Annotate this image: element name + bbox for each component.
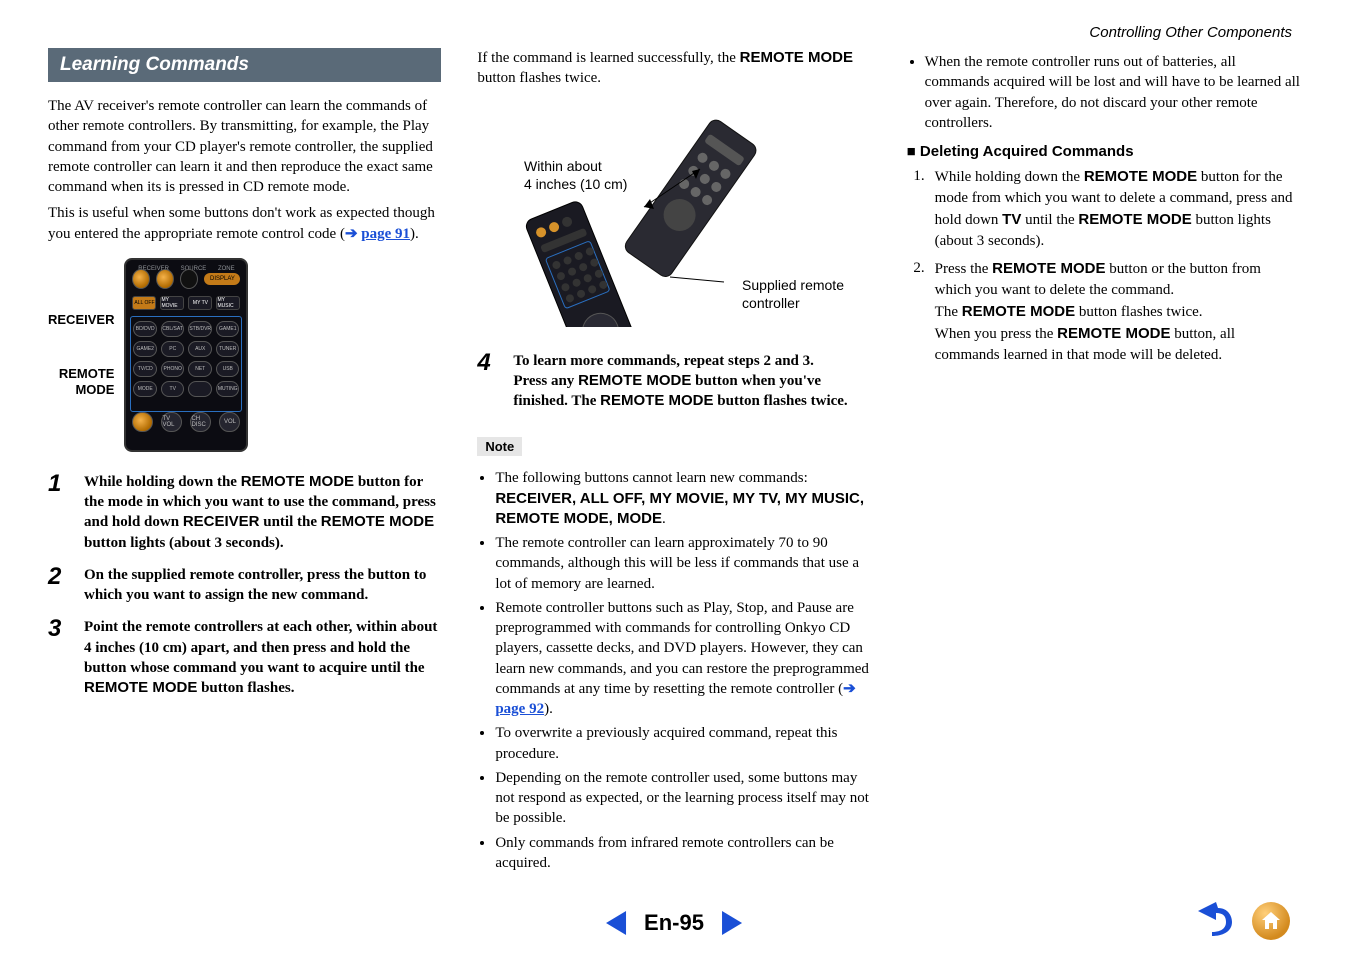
column-1: Learning Commands The AV receiver's remo… (48, 48, 441, 877)
remote-controller-image: RECEIVER SOURCE ZONE DISPLAY ALL OFF MY … (126, 260, 246, 450)
step-4: 4 To learn more commands, repeat steps 2… (477, 351, 870, 412)
tv-button: TV (161, 381, 185, 397)
game1-button: GAME1 (216, 321, 239, 337)
column-2: If the command is learned successfully, … (477, 48, 870, 877)
square-bullet-icon: ■ (907, 143, 916, 160)
col2-top-paragraph: If the command is learned successfully, … (477, 48, 870, 89)
note-item: Remote controller buttons such as Play, … (495, 598, 870, 720)
figure-caption: Supplied remote controller (742, 276, 844, 312)
steps-list: 1 While holding down the REMOTE MODE but… (48, 472, 441, 699)
zone-button-icon (180, 269, 198, 289)
vol-button: VOL (219, 412, 240, 432)
prev-page-icon[interactable] (606, 911, 626, 935)
step-number: 3 (48, 617, 70, 698)
remotes-facing-figure: Within about 4 inches (10 cm) Supplied r… (514, 107, 834, 327)
column-3: When the remote controller runs out of b… (907, 48, 1300, 877)
intro-text-2end: ). (410, 226, 419, 242)
step-body: Point the remote controllers at each oth… (84, 617, 441, 698)
blank-button (188, 381, 212, 397)
deleting-subheading: ■ Deleting Acquired Commands (907, 143, 1300, 160)
page-link-92[interactable]: page 92 (495, 701, 544, 717)
note-item: The remote controller can learn approxim… (495, 533, 870, 594)
note-item: Depending on the remote controller used,… (495, 768, 870, 829)
usb-button: USB (216, 361, 240, 377)
note-list: The following buttons cannot learn new c… (477, 468, 870, 873)
figure-within-label: Within about 4 inches (10 cm) (524, 157, 627, 193)
home-icon[interactable] (1250, 902, 1292, 940)
note-item: Only commands from infrared remote contr… (495, 833, 870, 874)
intro-paragraph-2: This is useful when some buttons don't w… (48, 203, 441, 244)
col3-top-bullet-list: When the remote controller runs out of b… (907, 52, 1300, 133)
mode-button: MODE (133, 381, 157, 397)
page-number: En-95 (644, 910, 704, 936)
step-number: 2 (48, 565, 70, 606)
stb-dvr-button: STB/DVR (188, 321, 212, 337)
step-body: To learn more commands, repeat steps 2 a… (513, 351, 870, 412)
col3-top-bullet: When the remote controller runs out of b… (925, 52, 1300, 133)
my-movie-button: MY MOVIE (160, 296, 184, 310)
step-body: While holding down the REMOTE MODE butto… (84, 472, 441, 553)
arrow-icon: ➔ (345, 226, 358, 242)
muting-button: MUTING (216, 381, 240, 397)
breadcrumb: Controlling Other Components (1089, 24, 1292, 41)
tuner-button: TUNER (216, 341, 240, 357)
step-number: 1 (48, 472, 70, 553)
page-link-91[interactable]: page 91 (361, 226, 410, 242)
intro-text-b: is pressed in CD remote mode. (165, 179, 350, 195)
display-button: DISPLAY (204, 273, 240, 285)
step-body: On the supplied remote controller, press… (84, 565, 441, 606)
intro-paragraph-1: The AV receiver's remote controller can … (48, 96, 441, 197)
net-button: NET (188, 361, 212, 377)
remote-callout-labels: RECEIVER REMOTE MODE (48, 312, 114, 397)
my-music-button: MY MUSIC (216, 296, 240, 310)
deleting-steps: 1. While holding down the REMOTE MODE bu… (907, 166, 1300, 366)
tv-vol-button: TV VOL (161, 412, 182, 432)
all-off-button: ALL OFF (132, 296, 156, 310)
remote-diagram: RECEIVER REMOTE MODE RECEIVER SOURCE ZON… (48, 260, 441, 450)
next-page-icon[interactable] (722, 911, 742, 935)
nav-icons (1192, 902, 1292, 940)
step-3: 3 Point the remote controllers at each o… (48, 617, 441, 698)
receiver-button-icon (132, 269, 150, 289)
game2-button: GAME2 (133, 341, 157, 357)
step-1: 1 While holding down the REMOTE MODE but… (48, 472, 441, 553)
ch-disc-button: CH DISC (190, 412, 211, 432)
deleting-step-2: 2. Press the REMOTE MODE button or the b… (907, 258, 1300, 366)
callout-remote-mode: REMOTE MODE (59, 366, 115, 397)
power-button-icon (132, 412, 153, 432)
note-label: Note (477, 437, 522, 456)
section-heading: Learning Commands (48, 48, 441, 82)
aux-button: AUX (188, 341, 212, 357)
pc-button: PC (161, 341, 185, 357)
note-item: The following buttons cannot learn new c… (495, 468, 870, 529)
step-number: 4 (477, 351, 499, 412)
cbl-sat-button: CBL/SAT (161, 321, 184, 337)
source-button-icon (156, 269, 174, 289)
arrow-icon: ➔ (843, 681, 856, 697)
note-item: To overwrite a previously acquired comma… (495, 723, 870, 764)
bd-dvd-button: BD/DVD (133, 321, 156, 337)
callout-receiver: RECEIVER (48, 312, 114, 328)
step-2: 2 On the supplied remote controller, pre… (48, 565, 441, 606)
phono-button: PHONO (161, 361, 185, 377)
back-icon[interactable] (1192, 902, 1234, 940)
my-tv-button: MY TV (188, 296, 212, 310)
pager: En-95 (606, 910, 742, 936)
tv-cd-button: TV/CD (133, 361, 157, 377)
deleting-step-1: 1. While holding down the REMOTE MODE bu… (907, 166, 1300, 252)
